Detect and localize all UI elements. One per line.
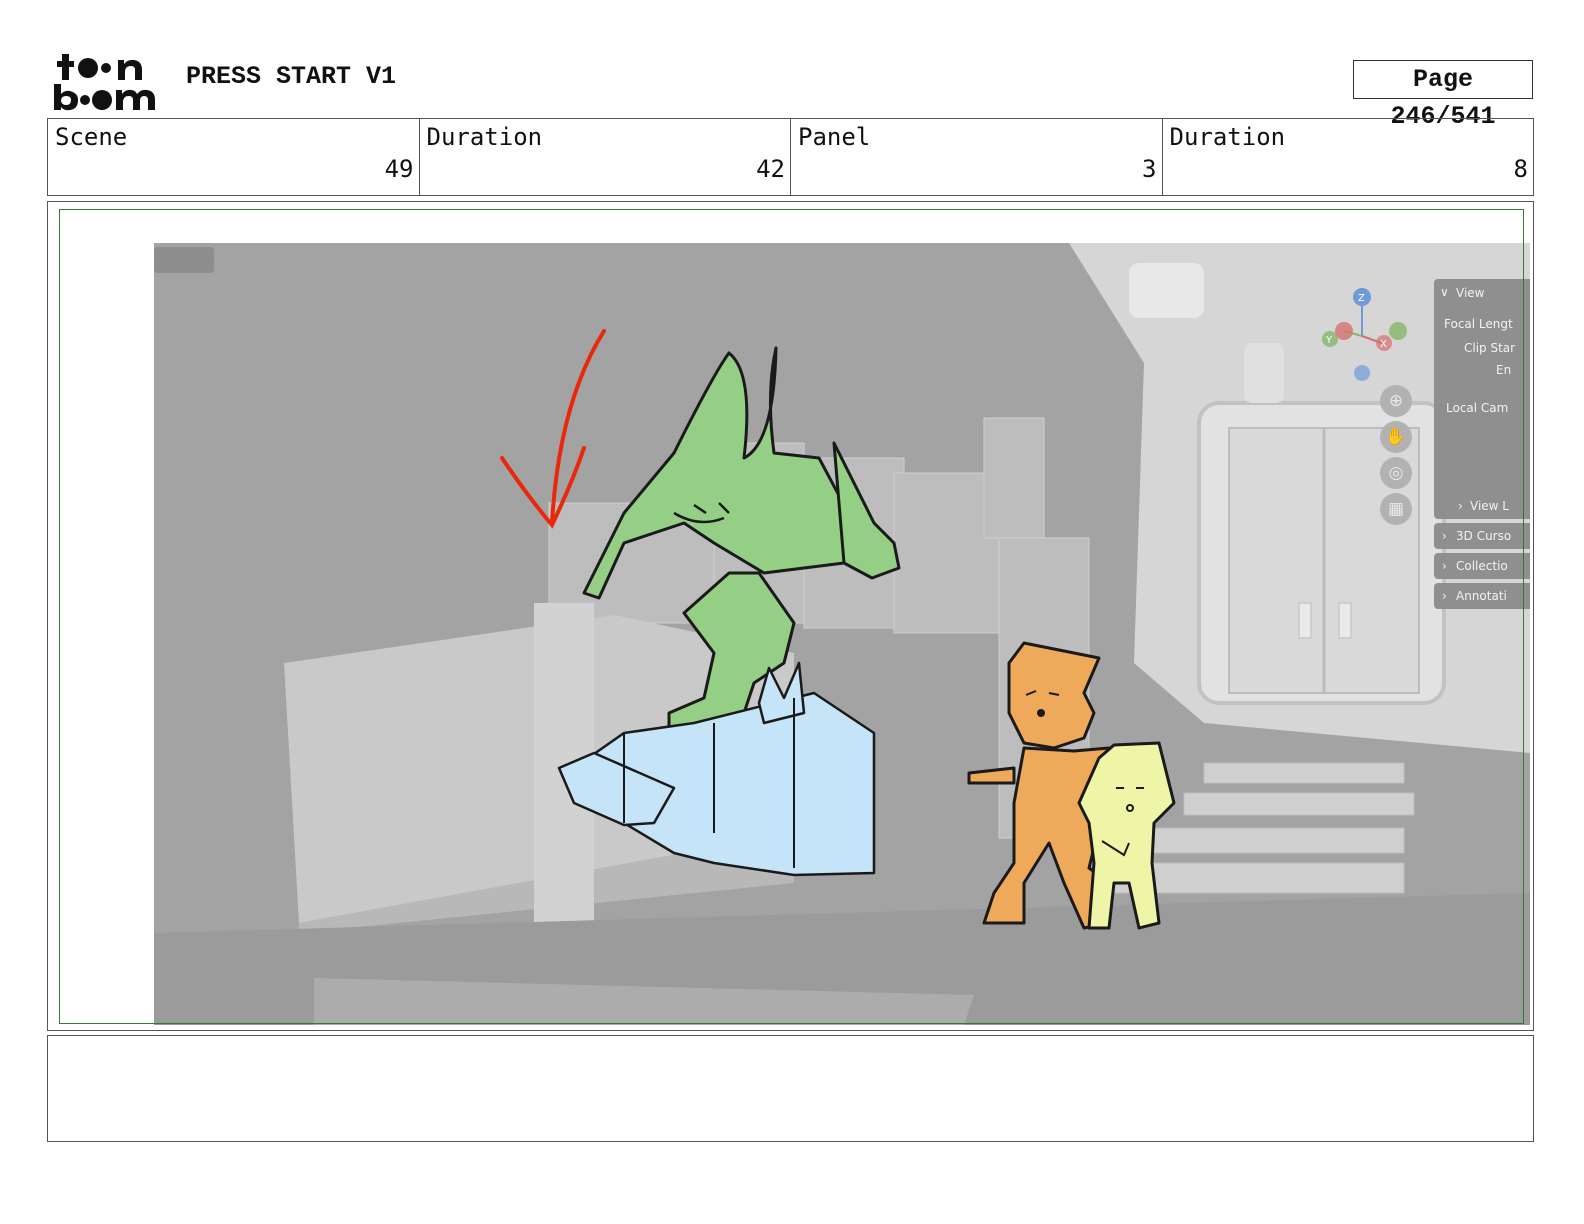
clip-end-label: En [1496,363,1512,377]
section-label: Collectio [1456,559,1508,573]
view-section[interactable]: ∨ View Focal Lengt Clip Star En Local Ca… [1434,279,1530,519]
camera-icon[interactable]: ◎ [1380,457,1412,489]
panel-number: 3 [1142,155,1157,183]
chevron-right-icon: › [1442,589,1447,603]
annotations-section[interactable]: › Annotati [1434,583,1530,609]
panel-label: Panel [798,123,871,151]
panel-duration-label: Duration [1169,123,1286,151]
section-label: Annotati [1456,589,1507,603]
scene-label: Scene [55,123,128,151]
focal-length-label: Focal Lengt [1444,317,1513,331]
page-indicator: Page 246/541 [1353,60,1533,131]
gizmo-y-label: Y [1325,335,1333,346]
panel-artwork: Z Y X ⊕ ✋ ◎ ▦ ∨ View Focal Lengt Clip St… [154,243,1530,1025]
view-header[interactable]: View [1456,286,1484,300]
chevron-right-icon: › [1442,559,1447,573]
panel-notes-box[interactable] [47,1035,1534,1142]
collection-section[interactable]: › Collectio [1434,553,1530,579]
scene-duration-label: Duration [426,123,543,151]
panel-duration-cell: Duration 8 [1163,119,1534,195]
chevron-right-icon: › [1458,499,1463,513]
chevron-down-icon: ∨ [1440,285,1449,299]
viewport-sidebar: ∨ View Focal Lengt Clip Star En Local Ca… [1434,279,1530,759]
section-label: 3D Curso [1456,529,1512,543]
viewport-toolbar[interactable] [154,247,214,273]
3d-cursor-section[interactable]: › 3D Curso [1434,523,1530,549]
gizmo-x-label: X [1380,339,1387,350]
scene-cell: Scene 49 [48,119,420,195]
clip-start-label: Clip Star [1464,341,1516,355]
hand-pan-icon[interactable]: ✋ [1380,421,1412,453]
local-camera-label: Local Cam [1446,401,1509,415]
gizmo-z-label: Z [1358,293,1365,304]
project-title: PRESS START V1 [186,62,397,91]
view-lock-section[interactable]: View L [1470,499,1509,513]
scene-duration-cell: Duration 42 [420,119,791,195]
panel-info-row: Scene 49 Duration 42 Panel 3 Duration 8 [47,118,1534,196]
toon-boom-logo [52,50,164,112]
scene-number: 49 [384,155,414,183]
panel-cell: Panel 3 [791,119,1163,195]
grid-icon[interactable]: ▦ [1380,493,1412,525]
scene-duration-value: 42 [756,155,785,183]
orientation-gizmo[interactable]: Z Y X [1314,281,1410,381]
chevron-right-icon: › [1442,529,1447,543]
zoom-icon[interactable]: ⊕ [1380,385,1412,417]
panel-duration-value: 8 [1513,155,1528,183]
